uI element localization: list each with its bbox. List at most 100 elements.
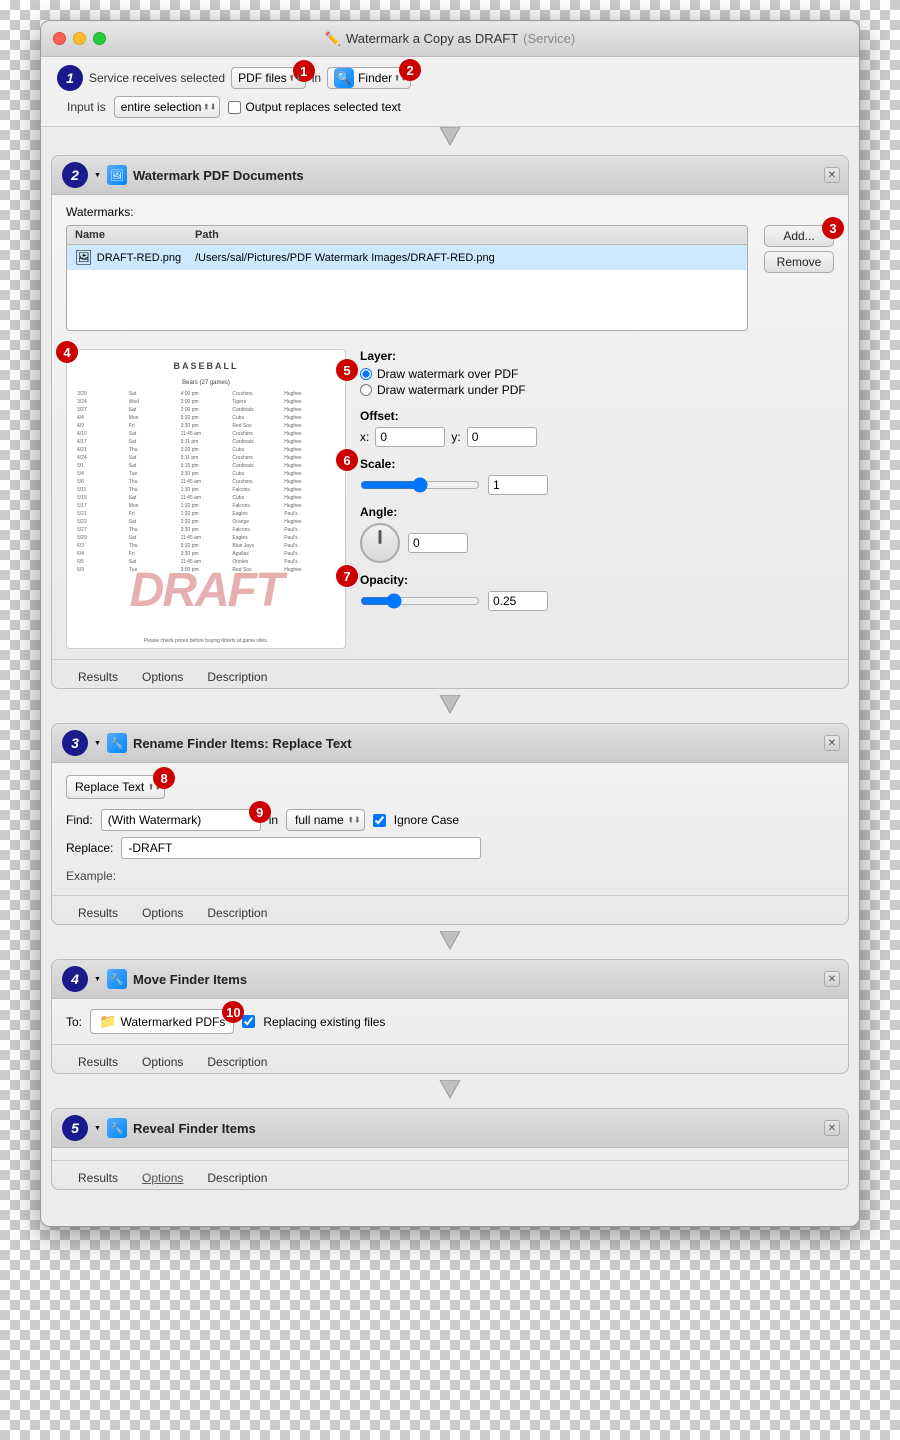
find-input[interactable] [101, 809, 261, 831]
move-tab-results[interactable]: Results [66, 1051, 130, 1073]
opacity-value-input[interactable] [488, 591, 548, 611]
opacity-label-wrapper: 7 Opacity: [360, 573, 408, 591]
rename-body: Replace Text 8 Find: 9 in full name Igno… [52, 763, 848, 895]
offset-y-input[interactable] [467, 427, 537, 447]
scale-slider[interactable] [360, 477, 480, 493]
watermark-tabs: Results Options Description [52, 659, 848, 688]
main-window: ✏️ Watermark a Copy as DRAFT (Service) 1… [40, 20, 860, 1227]
watermark-icon: 🖼 [107, 165, 127, 185]
pdf-files-dropdown[interactable]: PDF files 1 [231, 67, 306, 89]
y-label: y: [451, 430, 460, 444]
move-icon: 🔧 [107, 969, 127, 989]
watermark-block: 2 ▼ 🖼 Watermark PDF Documents ✕ Watermar… [51, 155, 849, 689]
reveal-icon: 🔧 [107, 1118, 127, 1138]
watermark-buttons: Add... 3 Remove [764, 225, 834, 341]
angle-label: Angle: [360, 505, 834, 519]
watermark-close-button[interactable]: ✕ [824, 167, 840, 183]
angle-dial[interactable] [360, 523, 400, 563]
badge-8: 8 [153, 767, 175, 789]
in-dropdown[interactable]: full name [286, 809, 365, 831]
minimize-button[interactable] [73, 32, 86, 45]
move-close-button[interactable]: ✕ [824, 971, 840, 987]
layer-under-row: Draw watermark under PDF [360, 383, 526, 397]
rename-header: 3 ▼ 🔧 Rename Finder Items: Replace Text … [52, 724, 848, 763]
badge-2: 2 [399, 59, 421, 81]
replacing-label: Replacing existing files [263, 1015, 385, 1029]
example-area: Example: [66, 869, 834, 883]
bottom-spacer [41, 1196, 859, 1226]
destination-folder[interactable]: 📁 Watermarked PDFs [90, 1009, 234, 1034]
service-bar: 1 Service receives selected PDF files 1 … [41, 57, 859, 127]
watermarks-label: Watermarks: [66, 205, 834, 219]
col-path-header: Path [195, 229, 739, 241]
watermark-tab-options[interactable]: Options [130, 666, 195, 688]
angle-value-input[interactable] [408, 533, 468, 553]
rename-close-button[interactable]: ✕ [824, 735, 840, 751]
close-button[interactable] [53, 32, 66, 45]
settings-area: Layer: 5 Draw watermark over PDF Draw wa… [360, 349, 834, 649]
folder-icon: 📁 [99, 1013, 116, 1030]
watermark-row-0[interactable]: 🖼 DRAFT-RED.png /Users/sal/Pictures/PDF … [67, 245, 747, 270]
scale-value-input[interactable] [488, 475, 548, 495]
connector-arrow-2 [430, 695, 470, 717]
doc-subtitle: Bears (27 games) [77, 379, 335, 387]
reveal-tab-options[interactable]: Options [130, 1167, 195, 1189]
move-body: To: 📁 Watermarked PDFs 10 Replacing exis… [52, 999, 848, 1044]
col-name-header: Name [75, 229, 195, 241]
step-badge-1: 1 [57, 65, 83, 91]
replace-input[interactable] [121, 837, 481, 859]
ignore-case-checkbox[interactable] [373, 814, 386, 827]
replace-existing-checkbox[interactable] [242, 1015, 255, 1028]
watermark-file-name: 🖼 DRAFT-RED.png [75, 249, 195, 266]
reveal-close-button[interactable]: ✕ [824, 1120, 840, 1136]
watermark-title: Watermark PDF Documents [133, 168, 304, 183]
rename-tab-description[interactable]: Description [195, 902, 279, 924]
move-header: 4 ▼ 🔧 Move Finder Items ✕ [52, 960, 848, 999]
remove-button[interactable]: Remove [764, 251, 834, 273]
window-title: ✏️ Watermark a Copy as DRAFT (Service) [325, 31, 575, 47]
x-label: x: [360, 430, 369, 444]
rename-tab-options[interactable]: Options [130, 902, 195, 924]
badge-5: 5 [336, 359, 358, 381]
move-tab-description[interactable]: Description [195, 1051, 279, 1073]
step-4-badge: 4 [62, 966, 88, 992]
layer-over-radio[interactable] [360, 368, 372, 380]
scale-group: 6 Scale: [360, 457, 834, 495]
example-label: Example: [66, 869, 116, 883]
reveal-tabs: Results Options Description [52, 1160, 848, 1189]
destination-wrapper: 📁 Watermarked PDFs 10 [90, 1009, 234, 1034]
find-row: Find: 9 in full name Ignore Case [66, 809, 834, 831]
angle-group: Angle: [360, 505, 834, 563]
output-replaces-checkbox[interactable] [228, 101, 241, 114]
replace-label: Replace: [66, 841, 113, 855]
watermark-table-header: Name Path [67, 226, 747, 245]
operation-dropdown[interactable]: Replace Text [66, 775, 165, 799]
opacity-slider-row [360, 591, 834, 611]
rename-tab-results[interactable]: Results [66, 902, 130, 924]
reveal-tab-description[interactable]: Description [195, 1167, 279, 1189]
watermark-table-area: Name Path 🖼 DRAFT-RED.png /Users/sal/Pic… [66, 225, 834, 341]
input-dropdown[interactable]: entire selection [114, 96, 221, 118]
badge-1: 1 [293, 60, 315, 82]
doc-rows: 3/20Sat4:00 pmCrushersHughes 3/24Wed2:00… [77, 391, 335, 574]
offset-x-input[interactable] [375, 427, 445, 447]
fullscreen-button[interactable] [93, 32, 106, 45]
opacity-slider[interactable] [360, 593, 480, 609]
connector-arrow-3 [430, 931, 470, 953]
badge-9: 9 [249, 801, 271, 823]
scale-label-wrapper: 6 Scale: [360, 457, 395, 475]
connector-3 [41, 931, 859, 953]
connector-arrow-1 [430, 127, 470, 149]
layer-under-radio[interactable] [360, 384, 372, 396]
move-tab-options[interactable]: Options [130, 1051, 195, 1073]
add-btn-wrapper: Add... 3 [764, 225, 834, 247]
service-label-3: Input is [67, 100, 106, 114]
preview-area: BASEBALL Bears (27 games) 3/20Sat4:00 pm… [66, 349, 346, 649]
layer-over-label: Draw watermark over PDF [377, 367, 518, 381]
layer-label: Layer: [360, 349, 834, 363]
reveal-tab-results[interactable]: Results [66, 1167, 130, 1189]
replace-text-wrapper: Replace Text 8 [66, 775, 165, 799]
badge-6: 6 [336, 449, 358, 471]
watermark-tab-results[interactable]: Results [66, 666, 130, 688]
watermark-tab-description[interactable]: Description [195, 666, 279, 688]
